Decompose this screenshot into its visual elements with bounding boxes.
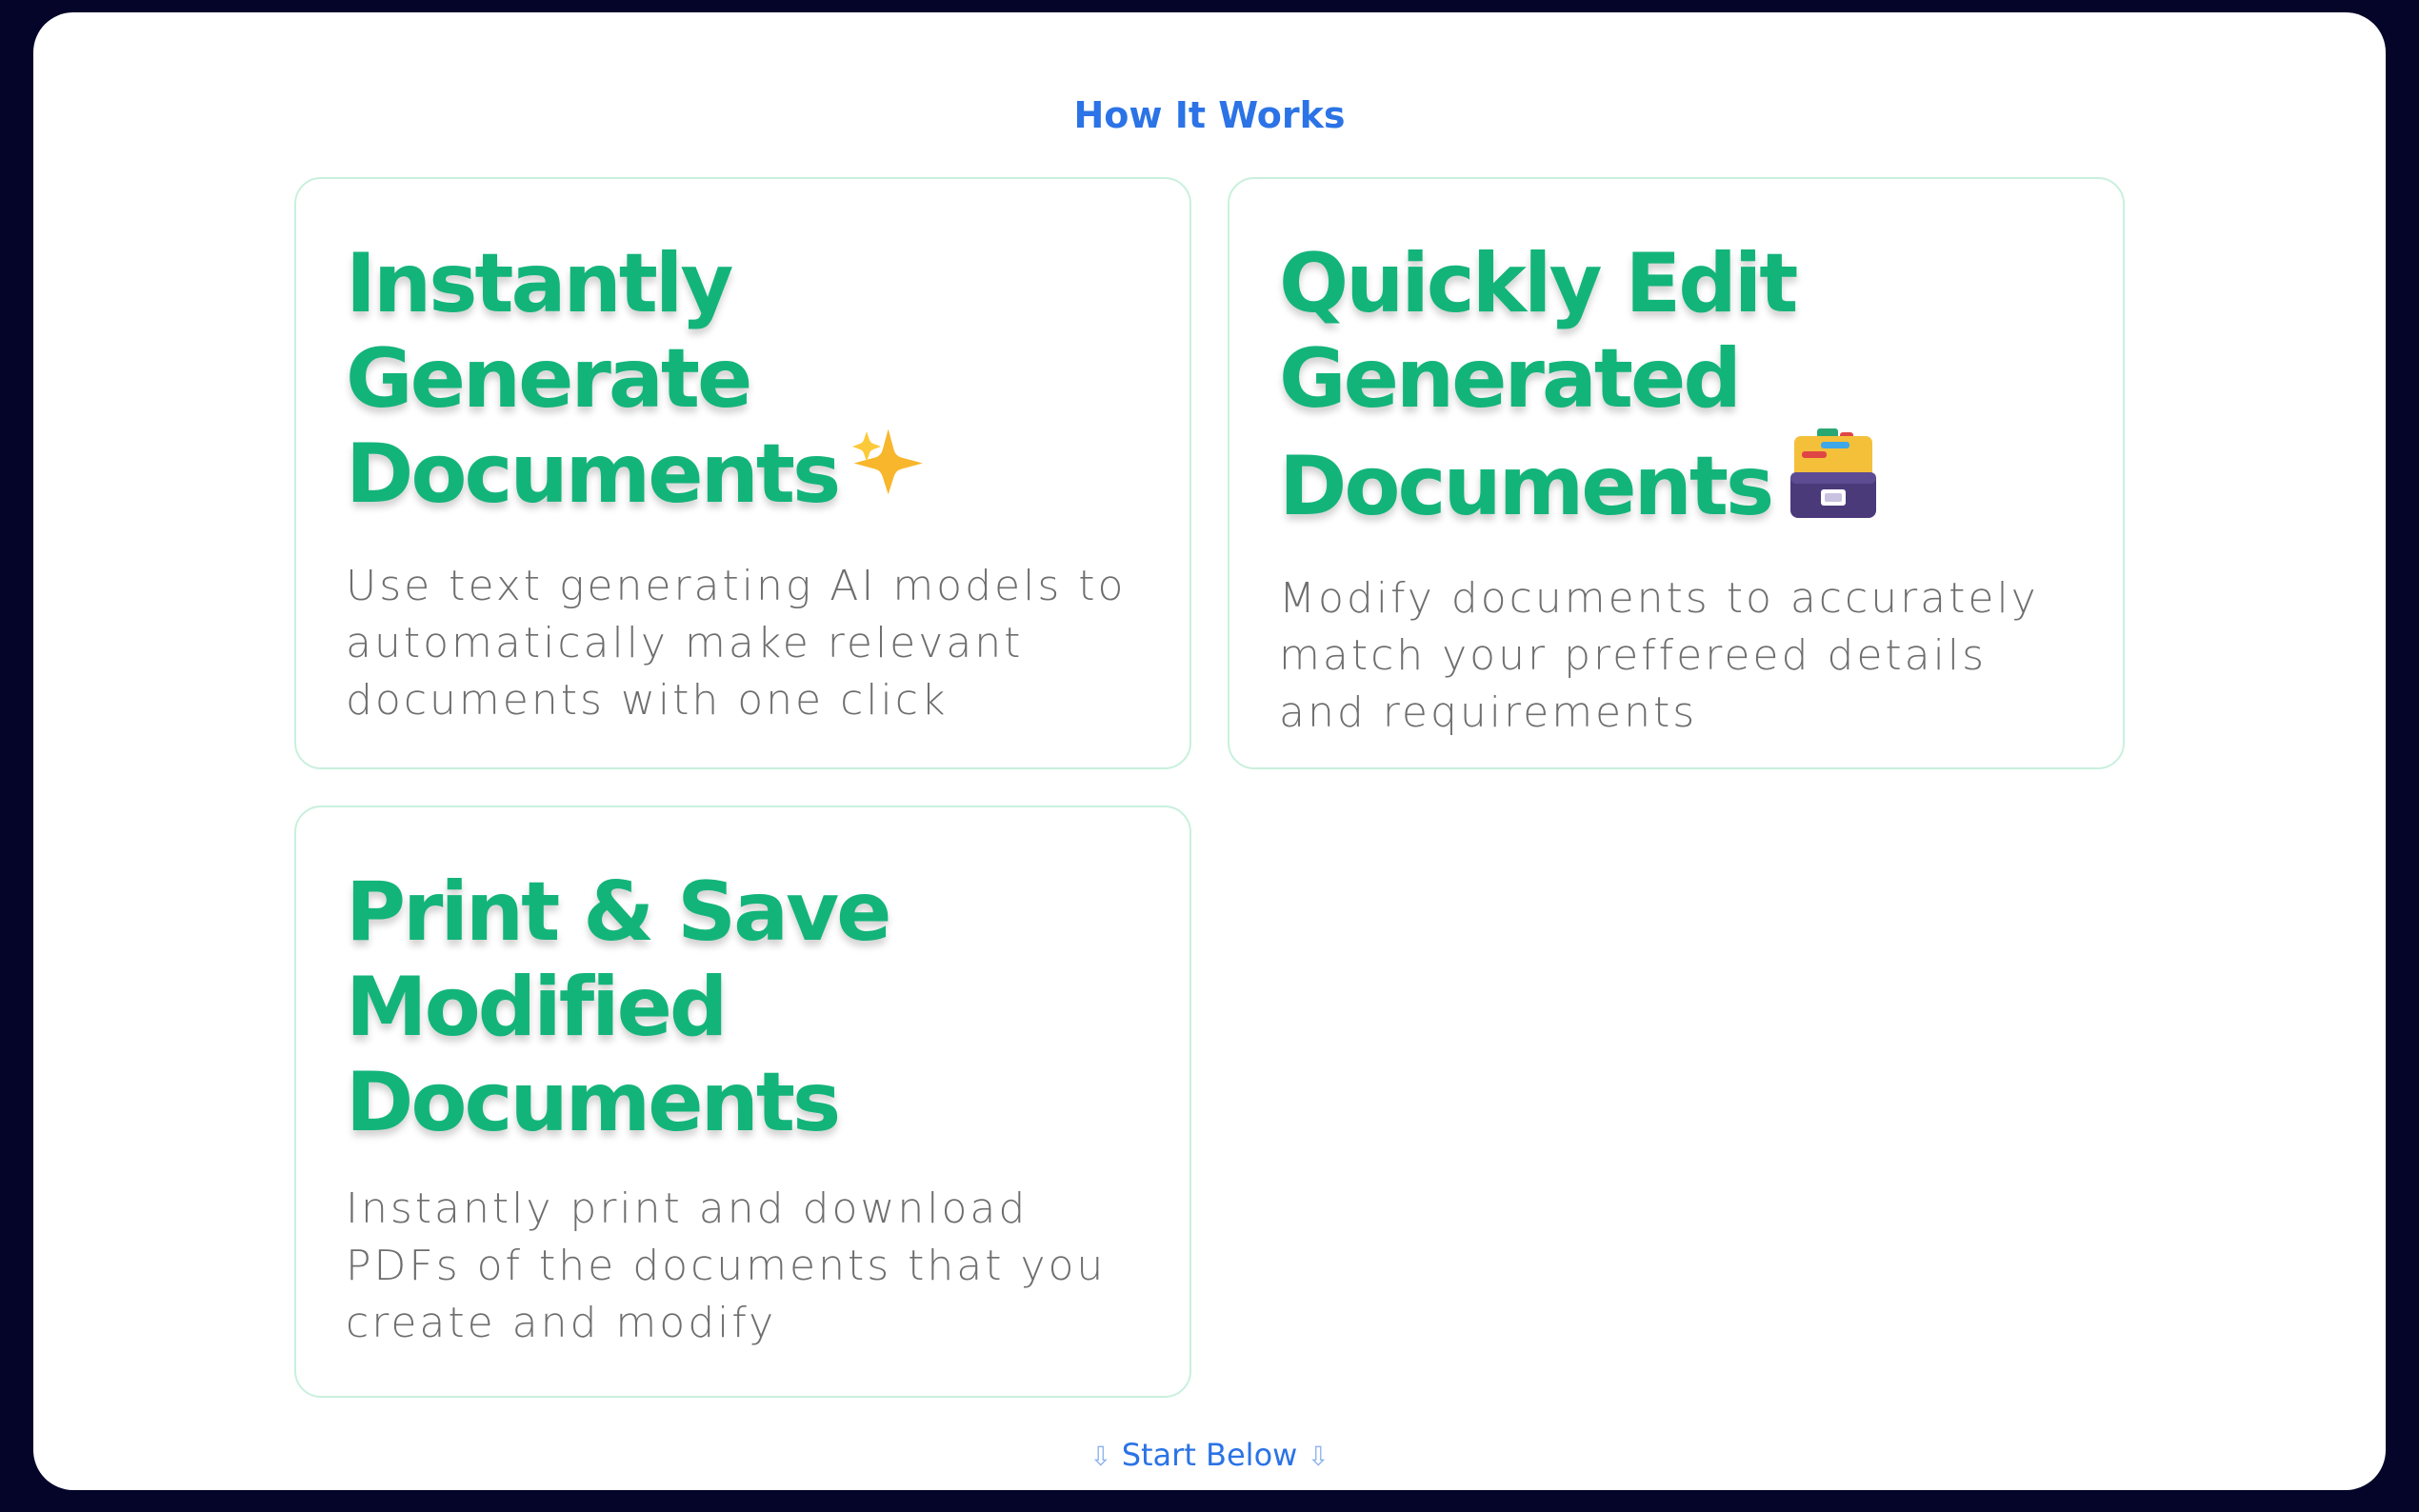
feature-title: Quickly Edit Generated Documents xyxy=(1279,236,2075,540)
feature-description: Instantly print and download PDFs of the… xyxy=(346,1184,1107,1347)
feature-title-line: Documents xyxy=(346,1055,841,1150)
feature-title-line: Generate xyxy=(346,331,752,427)
feature-title-line: Instantly xyxy=(346,236,733,331)
feature-title-line: Quickly Edit xyxy=(1279,236,1798,331)
feature-title-line: Generated xyxy=(1279,331,1742,427)
feature-description: Modify documents to accurately match you… xyxy=(1279,574,2039,737)
sparkles-icon xyxy=(851,428,931,527)
start-below-label: Start Below xyxy=(1121,1437,1298,1473)
main-panel: How It Works Instantly Generate Document… xyxy=(33,12,2386,1490)
card-file-box-icon xyxy=(1785,427,1882,540)
start-below-link[interactable]: ⇩ Start Below ⇩ xyxy=(33,1434,2386,1478)
feature-title: Print & Save Modified Documents xyxy=(346,865,1142,1150)
arrow-down-icon: ⇩ xyxy=(1090,1441,1112,1472)
feature-title-line: Modified xyxy=(346,960,728,1055)
features-grid: Instantly Generate Documents Use text ge… xyxy=(294,177,2125,1398)
feature-title-line: Documents xyxy=(346,427,841,522)
feature-title: Instantly Generate Documents xyxy=(346,236,1142,527)
arrow-down-icon: ⇩ xyxy=(1307,1441,1329,1472)
section-title: How It Works xyxy=(1073,94,1346,136)
feature-card-edit: Quickly Edit Generated Documents Modify … xyxy=(1228,177,2125,769)
feature-title-line: Documents xyxy=(1279,439,1774,534)
feature-card-print: Print & Save Modified Documents Instantl… xyxy=(294,806,1191,1398)
feature-title-line: Print & Save xyxy=(346,865,891,960)
feature-description: Use text generating AI models to automat… xyxy=(346,562,1127,725)
feature-card-generate: Instantly Generate Documents Use text ge… xyxy=(294,177,1191,769)
